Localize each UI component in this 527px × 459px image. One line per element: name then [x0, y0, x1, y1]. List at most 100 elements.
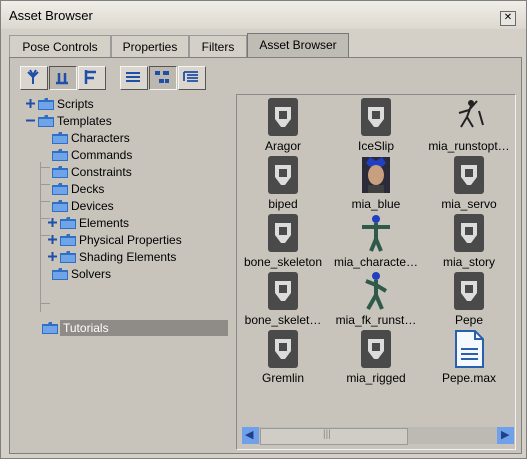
- tree-view-button[interactable]: [20, 66, 48, 90]
- asset-item[interactable]: mia_characte…: [330, 213, 422, 271]
- asset-item[interactable]: Aragor: [237, 97, 329, 155]
- character-run-icon: [365, 272, 388, 310]
- model-icon: [268, 272, 298, 310]
- character-portrait-icon: [362, 157, 390, 193]
- model-icon: [268, 214, 298, 252]
- folder-icon: [52, 132, 68, 144]
- expand-icon[interactable]: [48, 235, 57, 244]
- pedestal-view-button[interactable]: [49, 66, 77, 90]
- side-view-button[interactable]: [78, 66, 106, 90]
- thumbnail-view-button[interactable]: [149, 66, 177, 90]
- asset-item[interactable]: IceSlip: [330, 97, 422, 155]
- folder-icon: [42, 322, 58, 334]
- asset-item[interactable]: Pepe: [423, 271, 515, 329]
- collapse-icon[interactable]: [26, 116, 35, 125]
- folder-icon: [60, 234, 76, 246]
- character-tpose-icon: [362, 215, 390, 252]
- model-icon: [454, 156, 484, 194]
- window-title: Asset Browser: [9, 8, 93, 23]
- model-icon: [454, 272, 484, 310]
- model-icon: [268, 330, 298, 368]
- max-file-icon: [455, 330, 484, 368]
- scrollbar-thumb[interactable]: |||: [260, 428, 408, 445]
- list-view-button[interactable]: [120, 66, 148, 90]
- asset-name: mia_rigged: [346, 371, 406, 385]
- asset-name: bone_skeleton: [243, 255, 323, 269]
- folder-icon: [52, 200, 68, 212]
- asset-item[interactable]: mia_rigged: [330, 329, 422, 387]
- model-icon: [361, 330, 391, 368]
- asset-name: mia_runstopt…: [428, 139, 510, 153]
- expand-icon[interactable]: [26, 99, 35, 108]
- tree-item-label: Solvers: [71, 267, 112, 281]
- scroll-left-button[interactable]: ◀: [242, 427, 259, 444]
- thumbnail-view-icon: [155, 71, 169, 83]
- tree-item-label: Devices: [71, 199, 114, 213]
- scroll-right-button[interactable]: ▶: [497, 427, 514, 444]
- tree-item-label: Templates: [57, 114, 112, 128]
- tree-item-label: Scripts: [57, 97, 94, 111]
- asset-name: bone_skelet…: [244, 313, 322, 327]
- asset-name: mia_characte…: [333, 255, 419, 269]
- detail-view-button[interactable]: [178, 66, 206, 90]
- tree-item-label: Shading Elements: [79, 250, 177, 264]
- arrow-left-icon: ◀: [245, 429, 254, 441]
- asset-item[interactable]: mia_servo: [423, 155, 515, 213]
- asset-name: Pepe.max: [441, 371, 497, 385]
- asset-name: Aragor: [264, 139, 302, 153]
- asset-item[interactable]: mia_fk_runst…: [330, 271, 422, 329]
- horizontal-scrollbar[interactable]: ◀ ||| ▶: [242, 427, 514, 445]
- tree-item-label: Physical Properties: [79, 233, 182, 247]
- asset-item[interactable]: bone_skelet…: [237, 271, 329, 329]
- asset-name: mia_servo: [441, 197, 497, 211]
- asset-item[interactable]: mia_blue: [330, 155, 422, 213]
- list-view-icon: [126, 72, 140, 82]
- folder-icon: [52, 166, 68, 178]
- asset-item[interactable]: Pepe.max: [423, 329, 515, 387]
- asset-name: Gremlin: [261, 371, 304, 385]
- tab-pose-controls[interactable]: Pose Controls: [9, 35, 111, 58]
- asset-item[interactable]: Gremlin: [237, 329, 329, 387]
- tree-item-label: Tutorials: [63, 321, 109, 335]
- folder-icon: [52, 183, 68, 195]
- asset-item[interactable]: mia_story: [423, 213, 515, 271]
- asset-name: Pepe: [454, 313, 484, 327]
- model-icon: [361, 98, 391, 136]
- tree-item-label: Elements: [79, 216, 130, 230]
- skeleton-figure-icon: [458, 100, 484, 128]
- grip-icon: |||: [323, 429, 331, 440]
- asset-name: mia_fk_runst…: [335, 313, 417, 327]
- pedestal-view-icon: [56, 73, 68, 85]
- asset-name: IceSlip: [357, 139, 395, 153]
- folder-icon: [38, 115, 54, 127]
- side-view-icon: [84, 70, 96, 84]
- folder-icon: [52, 149, 68, 161]
- tree-item-label: Characters: [71, 131, 130, 145]
- model-icon: [268, 98, 298, 136]
- detail-view-icon: [183, 71, 198, 82]
- tab-filters[interactable]: Filters: [189, 35, 247, 58]
- asset-item[interactable]: bone_skeleton: [237, 213, 329, 271]
- close-button[interactable]: ✕: [500, 11, 516, 26]
- expand-icon[interactable]: [48, 252, 57, 261]
- asset-name: biped: [268, 197, 298, 211]
- asset-grid: Aragor IceSlip mia_runstopt… biped mia_b…: [236, 94, 516, 450]
- tab-asset-browser[interactable]: Asset Browser: [247, 33, 349, 59]
- tree-view-icon: [27, 69, 39, 84]
- folder-icon: [38, 98, 54, 110]
- asset-browser-window: Asset Browser ✕ Pose Controls Properties…: [0, 0, 527, 459]
- tree-item-label: Constraints: [71, 165, 132, 179]
- model-icon: [268, 156, 298, 194]
- model-icon: [454, 214, 484, 252]
- tab-properties[interactable]: Properties: [111, 35, 189, 58]
- asset-item[interactable]: mia_runstopt…: [423, 97, 515, 155]
- folder-icon: [52, 268, 68, 280]
- asset-item[interactable]: biped: [237, 155, 329, 213]
- title-bar[interactable]: Asset Browser ✕: [1, 1, 526, 29]
- folder-tree: Scripts Templates Characters Commands Co…: [20, 94, 230, 444]
- asset-name: mia_blue: [351, 197, 401, 211]
- asset-name: mia_story: [442, 255, 495, 269]
- arrow-right-icon: ▶: [501, 429, 510, 441]
- expand-icon[interactable]: [48, 218, 57, 227]
- folder-icon: [60, 217, 76, 229]
